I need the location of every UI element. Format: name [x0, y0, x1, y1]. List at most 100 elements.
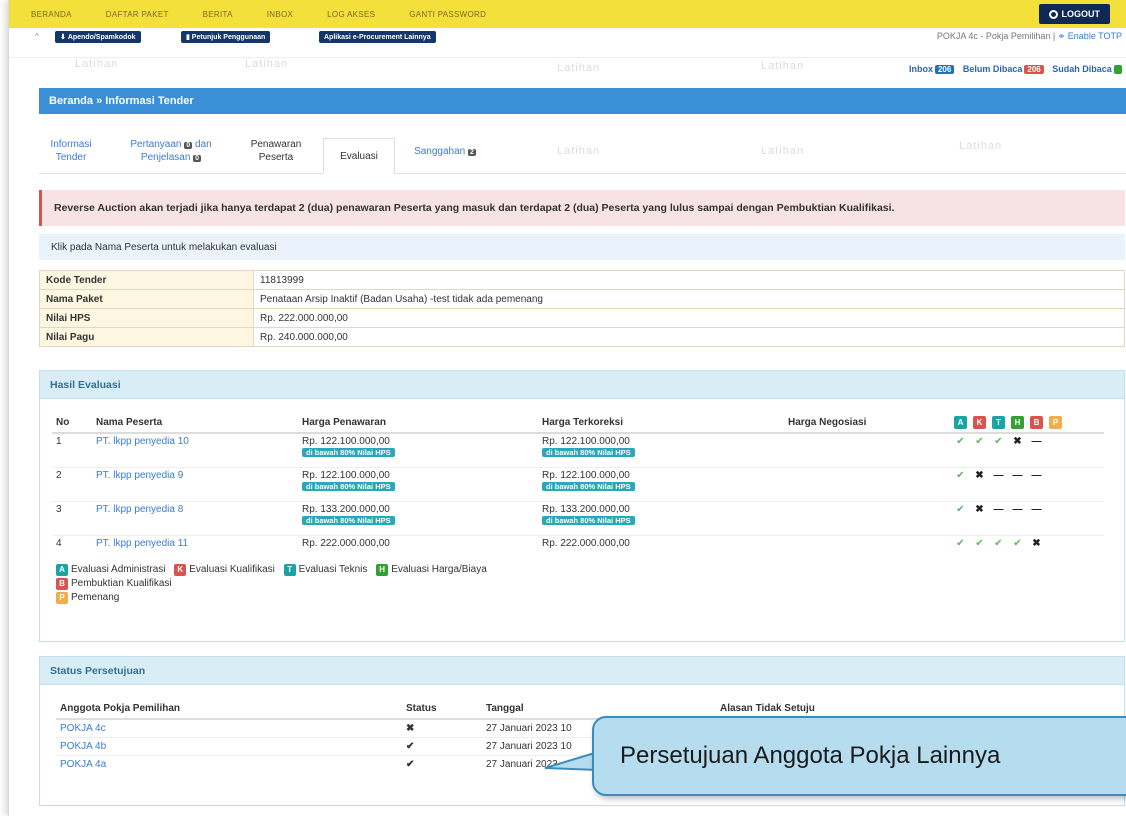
tab-evaluasi[interactable]: Evaluasi: [323, 138, 395, 174]
check-icon: ✔: [994, 436, 1003, 447]
tab-label: Penawaran: [250, 139, 302, 150]
aplikasi-lainnya-button[interactable]: Aplikasi e-Procurement Lainnya: [319, 31, 436, 43]
col-terkoreksi: Harga Terkoreksi: [538, 413, 784, 434]
table-row: 4 PT. lkpp penyedia 11 Rp. 222.000.000,0…: [52, 534, 1104, 557]
caret-up-icon[interactable]: ^: [35, 32, 39, 41]
check-icon: ✔: [975, 537, 984, 549]
flag-p-badge: P: [1049, 416, 1062, 429]
apendo-button[interactable]: ⬇ Apendo/Spamkodok: [55, 31, 141, 43]
dash-icon: —: [1031, 469, 1042, 481]
info-label: Nilai Pagu: [39, 327, 254, 347]
inbox-link[interactable]: Inbox: [909, 64, 933, 74]
flag-t-badge: T: [992, 416, 1005, 429]
flag-b-badge: B: [56, 578, 68, 590]
table-header: No Nama Peserta Harga Penawaran Harga Te…: [52, 413, 1104, 434]
nav-berita[interactable]: BERITA: [203, 10, 233, 19]
tender-info-table: Kode Tender 11813999 Nama Paket Penataan A…: [39, 270, 1125, 347]
harga-penawaran: Rp. 133.200.000,00: [302, 503, 390, 515]
unread-link[interactable]: Belum Dibaca: [963, 64, 1023, 74]
eval-marks: ✔ ✔ ✔ ✖ —: [950, 432, 1104, 467]
col-no: No: [52, 413, 92, 434]
peserta-link[interactable]: PT. lkpp penyedia 9: [96, 470, 183, 481]
callout-annotation: Persetujuan Anggota Pokja Lainnya: [592, 716, 1126, 796]
harga-terkoreksi: Rp. 222.000.000,00: [538, 534, 784, 557]
harga-terkoreksi: Rp. 122.100.000,00: [542, 436, 630, 447]
table-row: 1 PT. lkpp penyedia 10 Rp. 122.100.000,0…: [52, 432, 1104, 467]
harga-terkoreksi: Rp. 133.200.000,00: [542, 503, 630, 515]
harga-negosiasi: [784, 432, 950, 467]
pokja-label: POKJA 4c - Pokja Pemilihan |: [936, 31, 1056, 41]
petunjuk-button[interactable]: ▮ Petunjuk Penggunaan: [181, 31, 271, 43]
totp-label: Enable TOTP: [1067, 31, 1122, 41]
col-anggota: Anggota Pokja Pemilihan: [56, 699, 402, 720]
watermark-text: Latihan: [245, 58, 289, 70]
evaluation-legend: A Evaluasi Administrasi K Evaluasi Kualifi…: [56, 563, 1124, 605]
flag-a-badge: A: [56, 564, 68, 576]
tab-label: Sanggahan: [414, 145, 466, 157]
hasil-evaluasi-panel: Hasil Evaluasi No Nama Peserta Harga Pen…: [39, 370, 1125, 642]
harga-negosiasi: [784, 500, 950, 535]
nama-paket-value: Penataan Arsip Inaktif (Badan Usaha) -te…: [253, 289, 1125, 309]
dash-icon: —: [1012, 503, 1023, 515]
harga-negosiasi: [784, 466, 950, 501]
logout-label: LOGOUT: [1061, 9, 1101, 19]
legend-label: Evaluasi Administrasi: [71, 564, 166, 575]
watermark-text: Latihan: [557, 62, 601, 74]
peserta-link[interactable]: PT. lkpp penyedia 10: [96, 436, 189, 447]
nav-log-akses[interactable]: LOG AKSES: [327, 10, 375, 19]
unread-count: 206: [1024, 65, 1044, 74]
dash-icon: —: [1031, 436, 1042, 447]
cross-icon: ✖: [975, 469, 984, 481]
tab-informasi-tender[interactable]: Informasi Tender: [39, 128, 103, 174]
info-row: Nilai Pagu Rp. 240.000.000,00: [39, 327, 1125, 347]
harga-penawaran: Rp. 122.100.000,00: [302, 436, 390, 447]
petunjuk-label: Petunjuk Penggunaan: [191, 33, 266, 41]
peserta-link[interactable]: PT. lkpp penyedia 8: [96, 504, 183, 515]
col-flags: AKTHBP: [950, 413, 1104, 434]
col-penawaran: Harga Penawaran: [298, 413, 538, 434]
enable-totp-link[interactable]: ⚭ Enable TOTP: [1058, 31, 1122, 41]
tab-sanggahan[interactable]: Sanggahan 2: [401, 128, 489, 174]
anggota-link[interactable]: POKJA 4c: [60, 723, 106, 734]
harga-negosiasi: [784, 534, 950, 557]
eval-marks: ✔ ✔ ✔ ✔ ✖: [950, 534, 1104, 557]
tab-label: Peserta: [258, 152, 294, 163]
nav-beranda[interactable]: BERANDA: [31, 10, 72, 19]
hps-badge: di bawah 80% Nilai HPS: [542, 481, 635, 491]
inbox-count: 206: [934, 65, 955, 74]
tab-label: Tender: [55, 152, 87, 163]
reverse-auction-alert: Reverse Auction akan terjadi jika hanya …: [39, 190, 1125, 226]
hps-badge: di bawah 80% Nilai HPS: [302, 481, 395, 491]
dash-icon: —: [993, 469, 1004, 481]
nav-daftar-paket[interactable]: DAFTAR PAKET: [106, 10, 169, 19]
flag-h-badge: H: [1011, 416, 1024, 429]
logout-button[interactable]: LOGOUT: [1038, 4, 1110, 24]
tab-penawaran-peserta[interactable]: Penawaran Peserta: [237, 128, 315, 174]
anggota-link[interactable]: POKJA 4b: [60, 741, 106, 752]
tab-label: dan: [194, 139, 212, 150]
check-icon: ✔: [956, 503, 965, 515]
tab-pertanyaan-penjelasan[interactable]: Pertanyaan 0 dan Penjelasan 0: [115, 128, 227, 174]
tender-tabs: Informasi Tender Pertanyaan 0 dan Penjelas…: [39, 128, 1126, 174]
inbox-counters: Inbox 206 Belum Dibaca 206 Sudah Dibaca: [909, 64, 1122, 74]
table-row: 3 PT. lkpp penyedia 8 Rp. 133.200.000,00…: [52, 500, 1104, 535]
info-label: Nama Paket: [39, 289, 254, 309]
panel-title: Status Persetujuan: [40, 657, 1124, 685]
watermark-text: Latihan: [761, 60, 805, 72]
row-no: 2: [52, 466, 92, 501]
eval-marks: ✔ ✖ — — —: [950, 500, 1104, 535]
cross-icon: ✖: [1013, 436, 1022, 447]
eval-marks: ✔ ✖ — — —: [950, 466, 1104, 501]
anggota-link[interactable]: POKJA 4a: [60, 759, 106, 770]
nav-inbox[interactable]: INBOX: [267, 10, 293, 19]
peserta-link[interactable]: PT. lkpp penyedia 11: [96, 538, 188, 549]
flag-b-badge: B: [1030, 416, 1043, 429]
row-no: 1: [52, 432, 92, 467]
status-cross-icon: ✖: [402, 718, 482, 737]
info-label: Kode Tender: [39, 270, 254, 290]
cross-icon: ✖: [1032, 537, 1041, 549]
nav-ganti-password[interactable]: GANTI PASSWORD: [409, 10, 486, 19]
col-nama: Nama Peserta: [92, 413, 298, 434]
flag-h-badge: H: [376, 564, 389, 576]
read-link[interactable]: Sudah Dibaca: [1052, 64, 1112, 74]
